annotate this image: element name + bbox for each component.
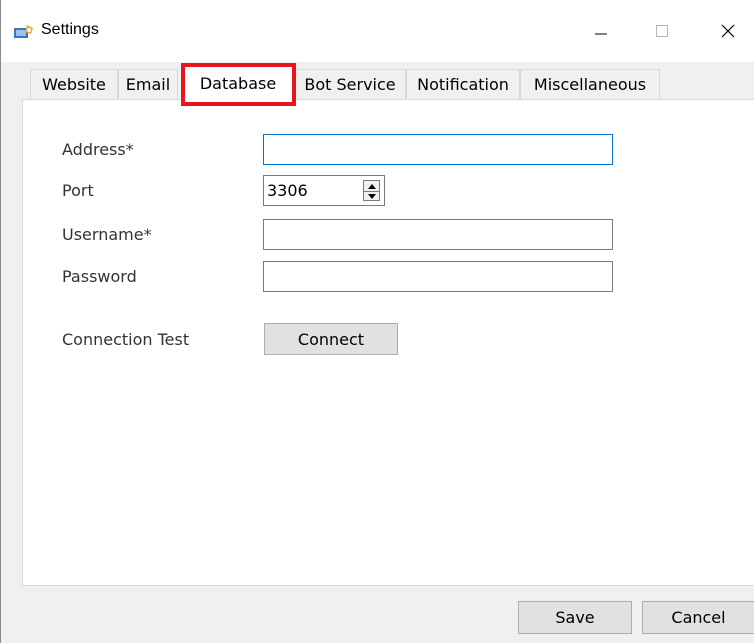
port-spin-buttons bbox=[363, 180, 380, 201]
minimize-icon bbox=[595, 33, 607, 35]
tab-email[interactable]: Email bbox=[118, 69, 178, 99]
cancel-button-label: Cancel bbox=[671, 608, 726, 627]
tab-label: Database bbox=[199, 74, 277, 93]
tab-label: Email bbox=[125, 75, 171, 94]
tab-bot-service[interactable]: Bot Service bbox=[294, 69, 406, 99]
save-button-label: Save bbox=[555, 608, 595, 627]
connect-button[interactable]: Connect bbox=[264, 323, 398, 355]
title-bar: Settings bbox=[1, 0, 754, 62]
cancel-button[interactable]: Cancel bbox=[642, 601, 754, 634]
address-input[interactable] bbox=[263, 134, 613, 165]
password-label: Password bbox=[62, 267, 137, 286]
tab-notification[interactable]: Notification bbox=[406, 69, 520, 99]
tab-website[interactable]: Website bbox=[30, 69, 118, 99]
username-label: Username* bbox=[62, 225, 152, 244]
tab-strip: Website Email Database Bot Service Notif… bbox=[22, 66, 754, 100]
spin-down-button[interactable] bbox=[364, 191, 379, 201]
save-button[interactable]: Save bbox=[518, 601, 632, 634]
address-label: Address* bbox=[62, 140, 134, 159]
port-value: 3306 bbox=[267, 181, 308, 200]
tab-label: Notification bbox=[417, 75, 509, 94]
tab-label: Miscellaneous bbox=[533, 75, 647, 94]
settings-app-icon bbox=[14, 25, 33, 38]
password-input[interactable] bbox=[263, 261, 613, 292]
tab-label: Bot Service bbox=[304, 75, 396, 94]
port-label: Port bbox=[62, 181, 94, 200]
chevron-down-icon bbox=[367, 193, 376, 199]
tab-miscellaneous[interactable]: Miscellaneous bbox=[520, 69, 660, 99]
username-input[interactable] bbox=[263, 219, 613, 250]
connection-test-label: Connection Test bbox=[62, 330, 190, 349]
maximize-button[interactable] bbox=[639, 12, 685, 50]
port-stepper[interactable]: 3306 bbox=[263, 175, 385, 206]
window-title: Settings bbox=[41, 21, 99, 38]
maximize-icon bbox=[656, 25, 668, 37]
chevron-up-icon bbox=[367, 183, 376, 189]
close-button[interactable] bbox=[705, 12, 751, 50]
settings-window: Settings Website Email Database Bot Serv… bbox=[0, 0, 754, 643]
connect-button-label: Connect bbox=[297, 329, 365, 349]
tab-database[interactable]: Database bbox=[182, 66, 294, 100]
close-icon bbox=[721, 24, 735, 38]
minimize-button[interactable] bbox=[578, 12, 624, 50]
tab-label: Website bbox=[42, 75, 106, 94]
